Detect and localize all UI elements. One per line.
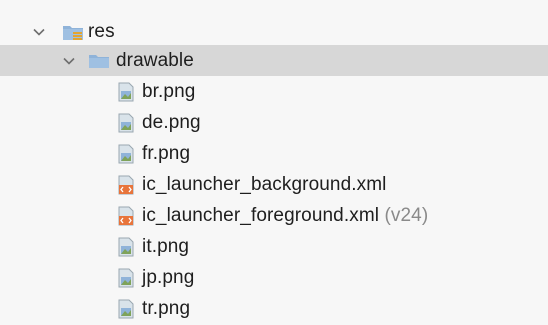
tree-row-file[interactable]: ic_launcher_foreground.xml (v24) [0, 200, 548, 231]
tree-row-file[interactable]: jp.png [0, 262, 548, 293]
file-label: tr.png [142, 297, 191, 319]
tree-row-file[interactable]: de.png [0, 107, 548, 138]
tree-label-res: res [88, 20, 115, 42]
image-file-icon [117, 237, 135, 257]
chevron-down-icon[interactable] [32, 25, 46, 39]
xml-file-icon [117, 206, 135, 226]
file-label: ic_launcher_foreground.xml (v24) [142, 205, 428, 227]
xml-file-icon [117, 175, 135, 195]
tree-row-file[interactable]: br.png [0, 76, 548, 107]
tree-row-res[interactable]: res [0, 16, 548, 47]
tree-row-file[interactable]: fr.png [0, 138, 548, 169]
file-name: ic_launcher_foreground.xml [142, 204, 380, 226]
image-file-icon [117, 113, 135, 133]
file-label: fr.png [142, 142, 191, 164]
tree-row-drawable[interactable]: drawable [0, 45, 548, 76]
file-label: de.png [142, 111, 201, 133]
tree-row-file[interactable]: it.png [0, 231, 548, 262]
tree-row-file[interactable]: ic_launcher_background.xml [0, 169, 548, 200]
image-file-icon [117, 299, 135, 319]
file-label: it.png [142, 235, 190, 257]
file-label: br.png [142, 80, 196, 102]
chevron-down-icon[interactable] [62, 54, 76, 68]
image-file-icon [117, 268, 135, 288]
project-tree: res drawable br.png de.png fr.png ic_lau… [0, 0, 548, 325]
file-label: jp.png [142, 266, 195, 288]
file-label: ic_launcher_background.xml [142, 173, 387, 195]
image-file-icon [117, 144, 135, 164]
resource-folder-icon [62, 22, 84, 42]
file-qualifier: (v24) [384, 204, 429, 226]
tree-row-file[interactable]: tr.png [0, 293, 548, 324]
tree-label-drawable: drawable [116, 49, 194, 71]
image-file-icon [117, 82, 135, 102]
folder-icon [88, 51, 110, 71]
